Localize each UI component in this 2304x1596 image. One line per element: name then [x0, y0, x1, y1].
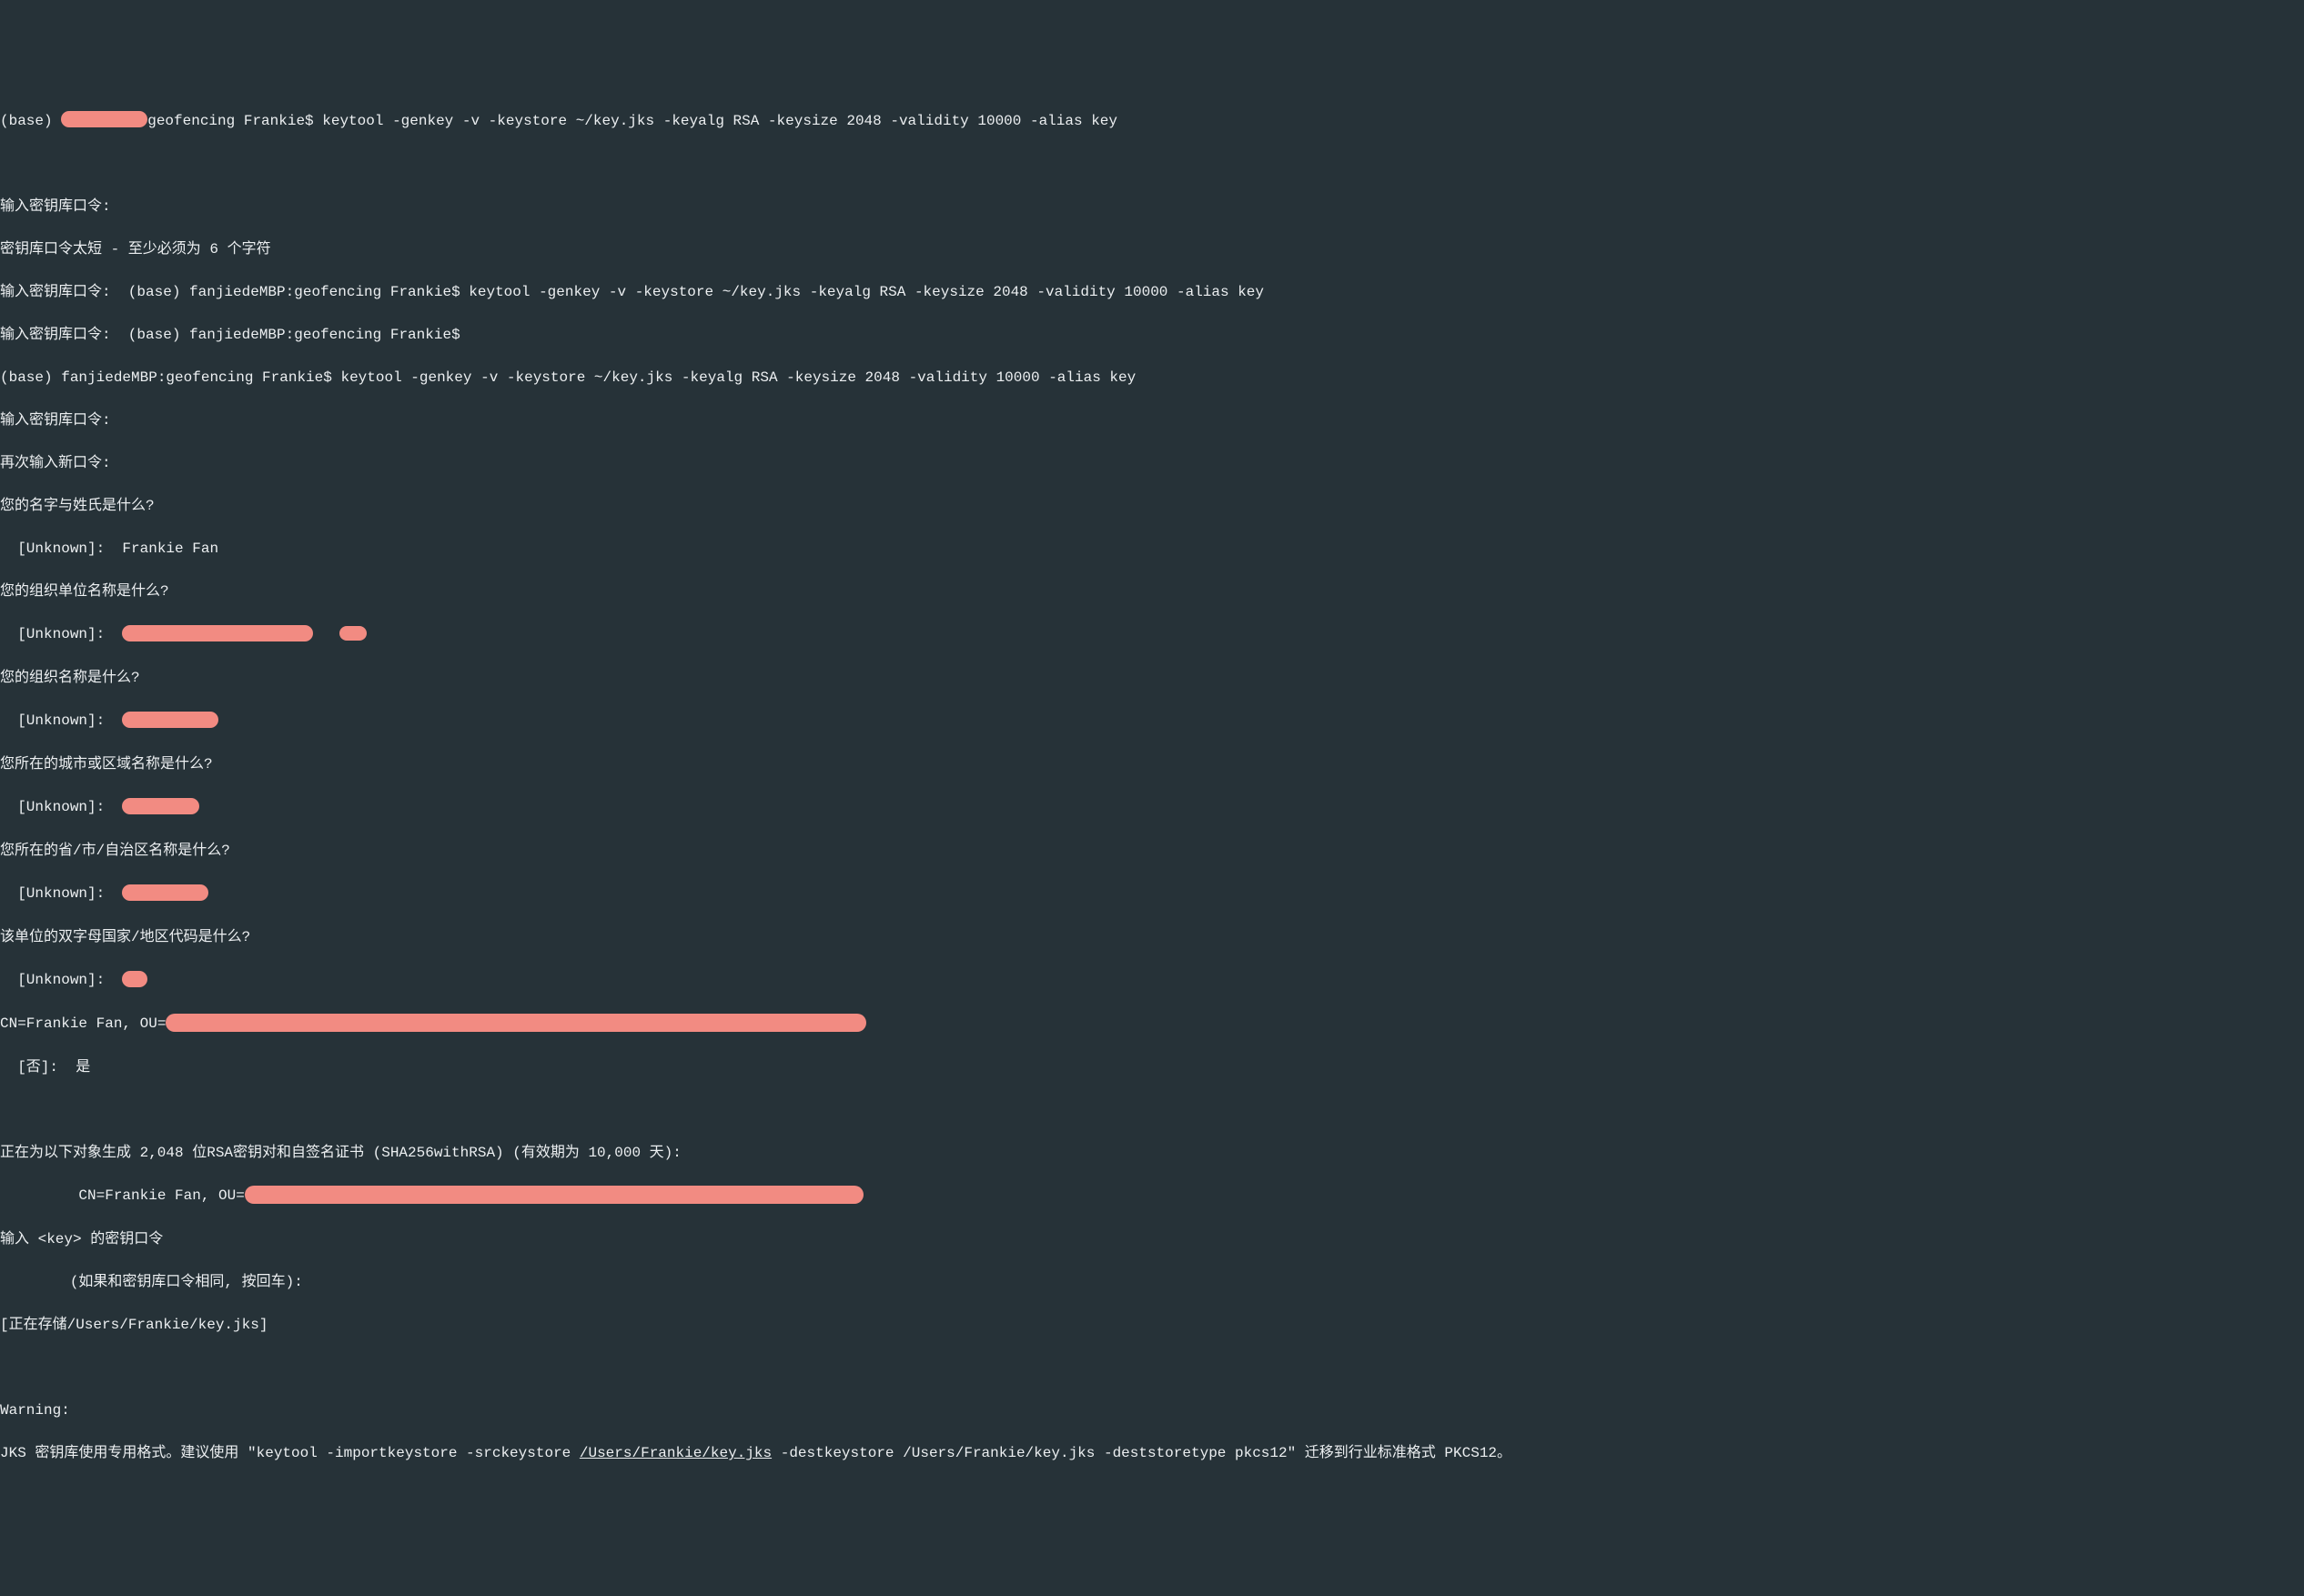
redaction-mark — [122, 625, 313, 641]
command-text: geofencing Frankie$ keytool -genkey -v -… — [147, 113, 1117, 129]
terminal-line: 您所在的城市或区域名称是什么? — [0, 754, 2304, 776]
redaction-mark — [339, 626, 367, 641]
terminal-line: 您的名字与姓氏是什么? — [0, 496, 2304, 518]
unknown-prompt: [Unknown]: — [0, 972, 122, 988]
terminal-line: 正在为以下对象生成 2,048 位RSA密钥对和自签名证书 (SHA256wit… — [0, 1143, 2304, 1165]
warning-text-a: JKS 密钥库使用专用格式。建议使用 "keytool -importkeyst… — [0, 1445, 580, 1461]
terminal-line — [0, 154, 2304, 176]
terminal-line: [正在存储/Users/Frankie/key.jks] — [0, 1315, 2304, 1337]
redaction-mark — [166, 1014, 866, 1032]
prompt-prefix: (base) — [0, 113, 61, 129]
terminal-line: Warning: — [0, 1400, 2304, 1422]
terminal-line: 输入密钥库口令: (base) fanjiedeMBP:geofencing F… — [0, 282, 2304, 304]
redaction-mark — [122, 971, 147, 987]
terminal-line: CN=Frankie Fan, OU= — [0, 1186, 2304, 1207]
terminal-line: [Unknown]: — [0, 624, 2304, 646]
unknown-prompt: [Unknown]: — [0, 712, 122, 729]
terminal-line: [Unknown]: Frankie Fan — [0, 539, 2304, 561]
cn-prefix-indent: CN=Frankie Fan, OU= — [0, 1187, 245, 1204]
terminal-line: 您的组织名称是什么? — [0, 668, 2304, 690]
terminal-line: (如果和密钥库口令相同, 按回车): — [0, 1272, 2304, 1294]
terminal-line: 输入密钥库口令: (base) fanjiedeMBP:geofencing F… — [0, 325, 2304, 347]
terminal-line: 密钥库口令太短 - 至少必须为 6 个字符 — [0, 239, 2304, 261]
terminal-line: 输入密钥库口令: — [0, 410, 2304, 432]
terminal-line: [Unknown]: — [0, 884, 2304, 905]
redaction-mark — [61, 111, 147, 127]
unknown-prompt: [Unknown]: — [0, 626, 122, 642]
terminal-line: [Unknown]: — [0, 711, 2304, 732]
terminal-line: 输入 <key> 的密钥口令 — [0, 1229, 2304, 1251]
redaction-mark — [122, 884, 208, 901]
unknown-prompt: [Unknown]: — [0, 885, 122, 902]
terminal-line: 再次输入新口令: — [0, 453, 2304, 475]
terminal-output[interactable]: (base) geofencing Frankie$ keytool -genk… — [0, 89, 2304, 1487]
terminal-line: [否]: 是 — [0, 1057, 2304, 1079]
terminal-line — [0, 1100, 2304, 1122]
redaction-mark — [122, 798, 199, 814]
terminal-line: 您所在的省/市/自治区名称是什么? — [0, 841, 2304, 863]
unknown-prompt: [Unknown]: — [0, 799, 122, 815]
redaction-mark — [122, 712, 218, 728]
terminal-line: JKS 密钥库使用专用格式。建议使用 "keytool -importkeyst… — [0, 1443, 2304, 1465]
terminal-line: (base) geofencing Frankie$ keytool -genk… — [0, 111, 2304, 133]
cn-prefix: CN=Frankie Fan, OU= — [0, 1015, 166, 1032]
terminal-line: (base) fanjiedeMBP:geofencing Frankie$ k… — [0, 368, 2304, 389]
terminal-line: [Unknown]: — [0, 797, 2304, 819]
warning-text-c: -destkeystore /Users/Frankie/key.jks -de… — [772, 1445, 1511, 1461]
file-path-link[interactable]: /Users/Frankie/key.jks — [580, 1445, 772, 1461]
redaction-mark — [245, 1186, 864, 1204]
terminal-line: [Unknown]: — [0, 970, 2304, 992]
terminal-line: 输入密钥库口令: — [0, 197, 2304, 218]
terminal-line: CN=Frankie Fan, OU= — [0, 1014, 2304, 1035]
terminal-line: 该单位的双字母国家/地区代码是什么? — [0, 927, 2304, 949]
terminal-line — [0, 1358, 2304, 1379]
terminal-line: 您的组织单位名称是什么? — [0, 581, 2304, 603]
